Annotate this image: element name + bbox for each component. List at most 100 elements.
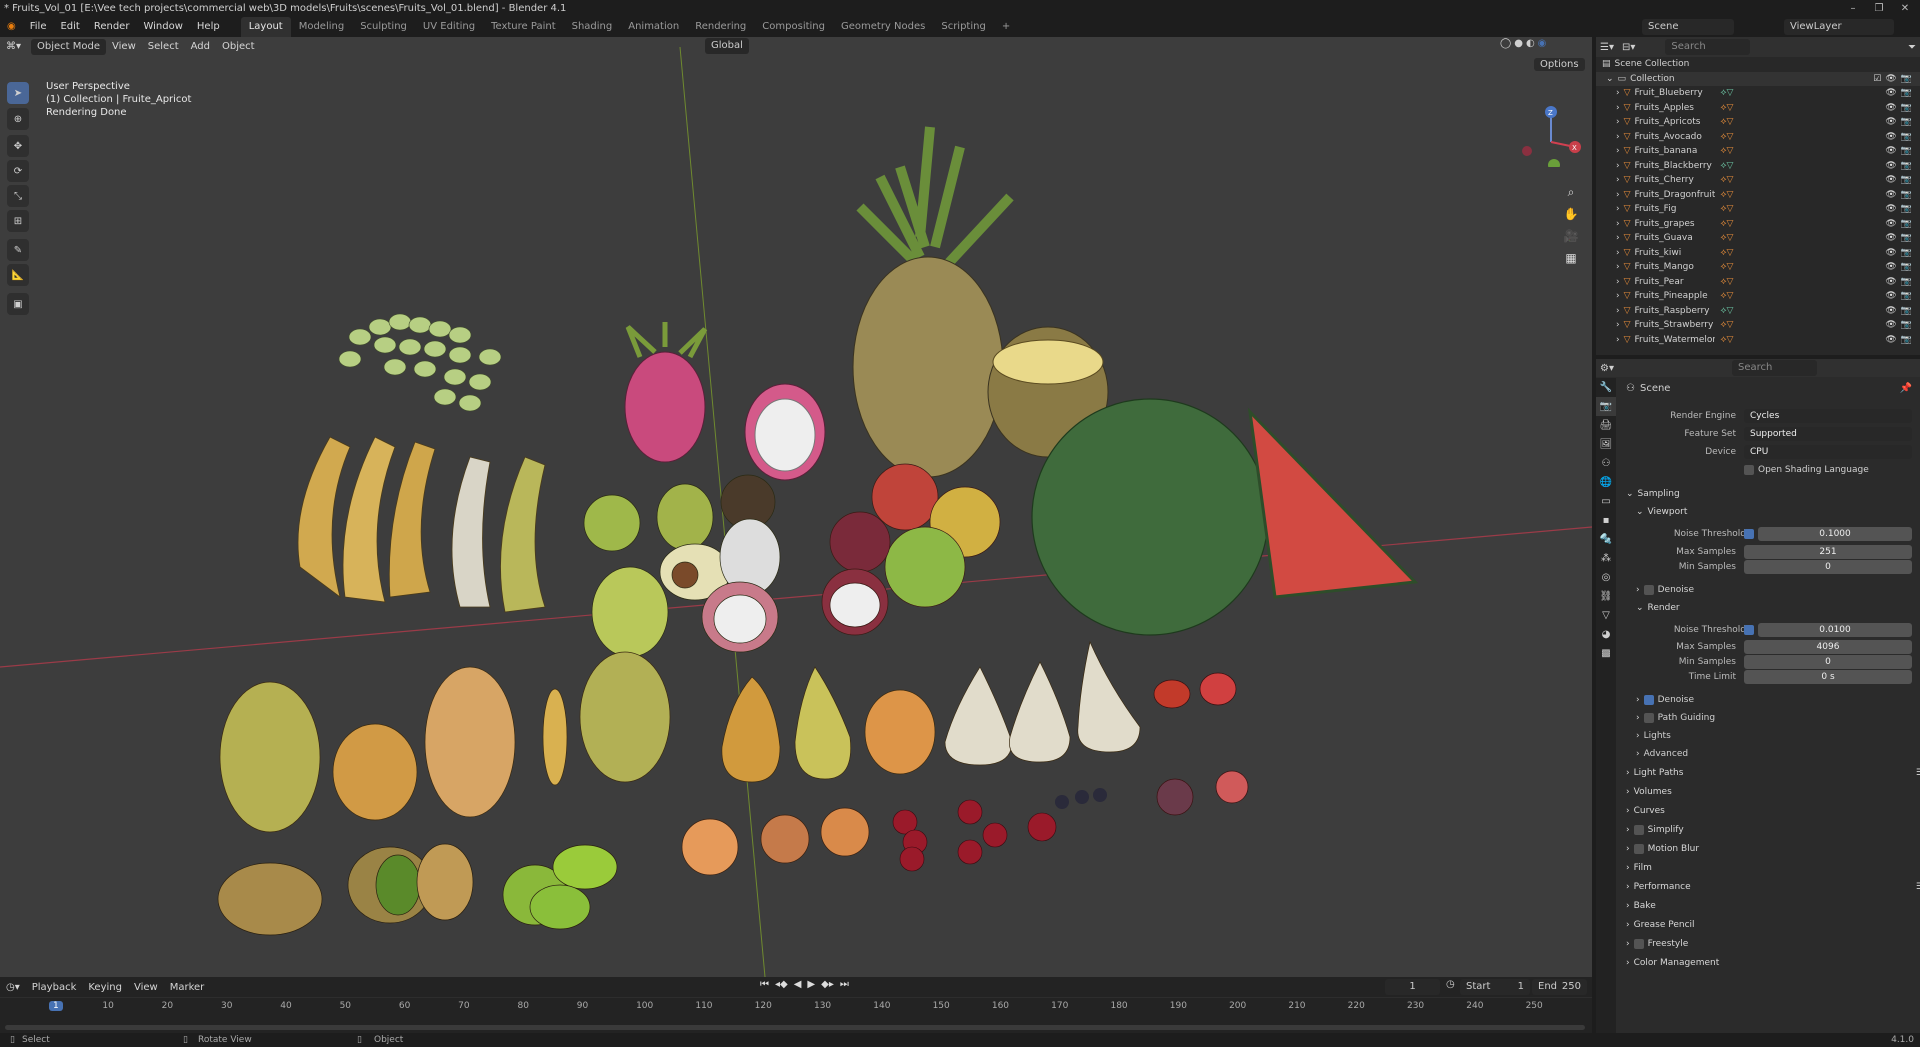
- camera-render-icon[interactable]: 📷: [1901, 132, 1912, 142]
- outliner-item[interactable]: › ▽ Fruits_Pear ⟡▽ 👁 📷: [1596, 275, 1920, 290]
- expand-arrow-icon[interactable]: ›: [1616, 320, 1620, 330]
- 3d-viewport[interactable]: ➤ ⊕ ✥ ⟳ ⤡ ⊞ ✎ 📐 ▣ Z X ⌕ ✋ 🎥 ▦ Options: [0, 37, 1592, 977]
- path-guiding-checkbox[interactable]: [1643, 712, 1654, 723]
- r-max-samples-field[interactable]: 4096: [1744, 639, 1912, 654]
- menu-keying[interactable]: Keying: [82, 978, 128, 997]
- vp-denoise-row[interactable]: › Denoise: [1636, 582, 1920, 597]
- menu-window[interactable]: Window: [136, 17, 189, 37]
- properties-section[interactable]: › Light Paths ☰: [1626, 765, 1920, 780]
- expand-arrow-icon[interactable]: ›: [1616, 277, 1620, 287]
- timeline[interactable]: ◷▾ Playback Keying View Marker ⏮ ◂◆ ◀ ▶ …: [0, 977, 1592, 1037]
- material-shading-icon[interactable]: ◐: [1526, 38, 1535, 49]
- eye-icon[interactable]: 👁: [1885, 277, 1896, 287]
- camera-icon[interactable]: 🎥: [1560, 225, 1582, 247]
- select-box-tool[interactable]: ➤: [7, 82, 29, 104]
- menu-render[interactable]: Render: [87, 17, 137, 37]
- camera-render-icon[interactable]: 📷: [1901, 219, 1912, 229]
- eye-icon[interactable]: 👁: [1885, 175, 1896, 185]
- outliner-item[interactable]: › ▽ Fruit_Blueberry ⟡▽ 👁 📷: [1596, 86, 1920, 101]
- outliner-search[interactable]: Search: [1665, 39, 1751, 55]
- expand-arrow-icon[interactable]: ›: [1616, 146, 1620, 156]
- solid-shading-icon[interactable]: ●: [1514, 38, 1523, 49]
- move-tool[interactable]: ✥: [7, 135, 29, 157]
- next-key-icon[interactable]: ◆▸: [821, 979, 834, 990]
- prev-key-icon[interactable]: ◂◆: [775, 979, 788, 990]
- world-tab-icon[interactable]: 🌐: [1596, 473, 1616, 492]
- expand-arrow-icon[interactable]: ›: [1616, 132, 1620, 142]
- section-checkbox[interactable]: [1633, 824, 1644, 835]
- path-guiding-row[interactable]: › Path Guiding: [1636, 710, 1920, 725]
- tab-geometry-nodes[interactable]: Geometry Nodes: [833, 17, 933, 37]
- tab-scripting[interactable]: Scripting: [933, 17, 993, 37]
- properties-section[interactable]: › Bake: [1626, 898, 1920, 913]
- timeline-editor-icon[interactable]: ◷▾: [0, 978, 26, 997]
- eye-icon[interactable]: 👁: [1885, 117, 1896, 127]
- mode-selector[interactable]: Object Mode: [31, 38, 107, 55]
- properties-section[interactable]: › Color Management: [1626, 955, 1920, 970]
- vp-denoise-checkbox[interactable]: [1643, 584, 1654, 595]
- pin-icon[interactable]: 📌: [1900, 383, 1912, 394]
- list-icon[interactable]: ☰: [1916, 768, 1920, 778]
- eye-icon[interactable]: 👁: [1885, 88, 1896, 98]
- properties-section[interactable]: › Volumes: [1626, 784, 1920, 799]
- options-button[interactable]: Options: [1534, 58, 1585, 71]
- camera-render-icon[interactable]: 📷: [1901, 117, 1912, 127]
- menu-object[interactable]: Object: [216, 37, 261, 56]
- frame-ruler[interactable]: 1 10 20 30 40 50 60 70 80 90 100 110 120 130 140 150 160…: [0, 997, 1592, 1015]
- list-icon[interactable]: ☰: [1916, 882, 1920, 892]
- add-workspace-button[interactable]: +: [994, 17, 1018, 37]
- camera-render-icon[interactable]: 📷: [1901, 291, 1912, 301]
- expand-arrow-icon[interactable]: ›: [1616, 88, 1620, 98]
- tab-modeling[interactable]: Modeling: [291, 17, 353, 37]
- menu-file[interactable]: File: [23, 17, 54, 37]
- tab-shading[interactable]: Shading: [564, 17, 621, 37]
- viewlayer-selector[interactable]: ViewLayer: [1784, 19, 1894, 35]
- camera-render-icon[interactable]: 📷: [1901, 146, 1912, 156]
- tab-rendering[interactable]: Rendering: [687, 17, 754, 37]
- properties-section[interactable]: › Simplify: [1626, 822, 1920, 837]
- properties-section[interactable]: › Grease Pencil: [1626, 917, 1920, 932]
- outliner-item[interactable]: › ▽ Fruits_Mango ⟡▽ 👁 📷: [1596, 260, 1920, 275]
- properties-search[interactable]: Search: [1731, 360, 1817, 376]
- render-tab-icon[interactable]: 📷: [1596, 397, 1616, 416]
- play-icon[interactable]: ▶: [807, 979, 815, 990]
- camera-render-icon[interactable]: 📷: [1901, 103, 1912, 113]
- r-noise-checkbox[interactable]: [1744, 624, 1754, 635]
- collection-tab-icon[interactable]: ▭: [1596, 492, 1616, 511]
- r-min-samples-field[interactable]: 0: [1744, 654, 1912, 669]
- eye-icon[interactable]: 👁: [1885, 233, 1896, 243]
- timeline-scrollbar[interactable]: [5, 1025, 1585, 1030]
- jump-start-icon[interactable]: ⏮: [760, 979, 769, 990]
- expand-arrow-icon[interactable]: ›: [1616, 190, 1620, 200]
- time-limit-field[interactable]: 0 s: [1744, 669, 1912, 684]
- viewlayer-field[interactable]: ViewLayer: [1784, 19, 1894, 35]
- expand-arrow-icon[interactable]: ›: [1616, 306, 1620, 316]
- outliner-item[interactable]: › ▽ Fruits_Guava ⟡▽ 👁 📷: [1596, 231, 1920, 246]
- vp-noise-checkbox[interactable]: [1744, 528, 1754, 539]
- object-tab-icon[interactable]: ▪: [1596, 511, 1616, 530]
- tab-compositing[interactable]: Compositing: [754, 17, 833, 37]
- maximize-icon[interactable]: ❐: [1866, 0, 1892, 17]
- orientation-selector[interactable]: Global: [705, 38, 749, 54]
- osl-row[interactable]: Open Shading Language: [1744, 462, 1920, 477]
- r-denoise-row[interactable]: › Denoise: [1636, 692, 1920, 707]
- eye-icon[interactable]: 👁: [1885, 248, 1896, 258]
- camera-render-icon[interactable]: 📷: [1901, 175, 1912, 185]
- expand-arrow-icon[interactable]: ›: [1616, 204, 1620, 214]
- expand-arrow-icon[interactable]: ›: [1616, 103, 1620, 113]
- tab-layout[interactable]: Layout: [240, 17, 291, 37]
- expand-arrow-icon[interactable]: ›: [1616, 262, 1620, 272]
- r-noise-field[interactable]: 0.0100: [1758, 622, 1912, 637]
- properties-section[interactable]: › Film: [1626, 860, 1920, 875]
- tab-texture-paint[interactable]: Texture Paint: [483, 17, 564, 37]
- camera-render-icon[interactable]: 📷: [1901, 306, 1912, 316]
- r-denoise-checkbox[interactable]: [1643, 694, 1654, 705]
- expand-arrow-icon[interactable]: ›: [1616, 117, 1620, 127]
- tab-sculpting[interactable]: Sculpting: [352, 17, 415, 37]
- eye-icon[interactable]: 👁: [1885, 74, 1896, 84]
- measure-tool[interactable]: 📐: [7, 264, 29, 286]
- lights-row[interactable]: › Lights: [1636, 728, 1920, 743]
- outliner-item[interactable]: › ▽ Fruits_Apples ⟡▽ 👁 📷: [1596, 101, 1920, 116]
- viewport-subpanel[interactable]: ⌄Viewport☰: [1636, 504, 1920, 519]
- editor-type-icon[interactable]: ⌘▾: [0, 37, 27, 56]
